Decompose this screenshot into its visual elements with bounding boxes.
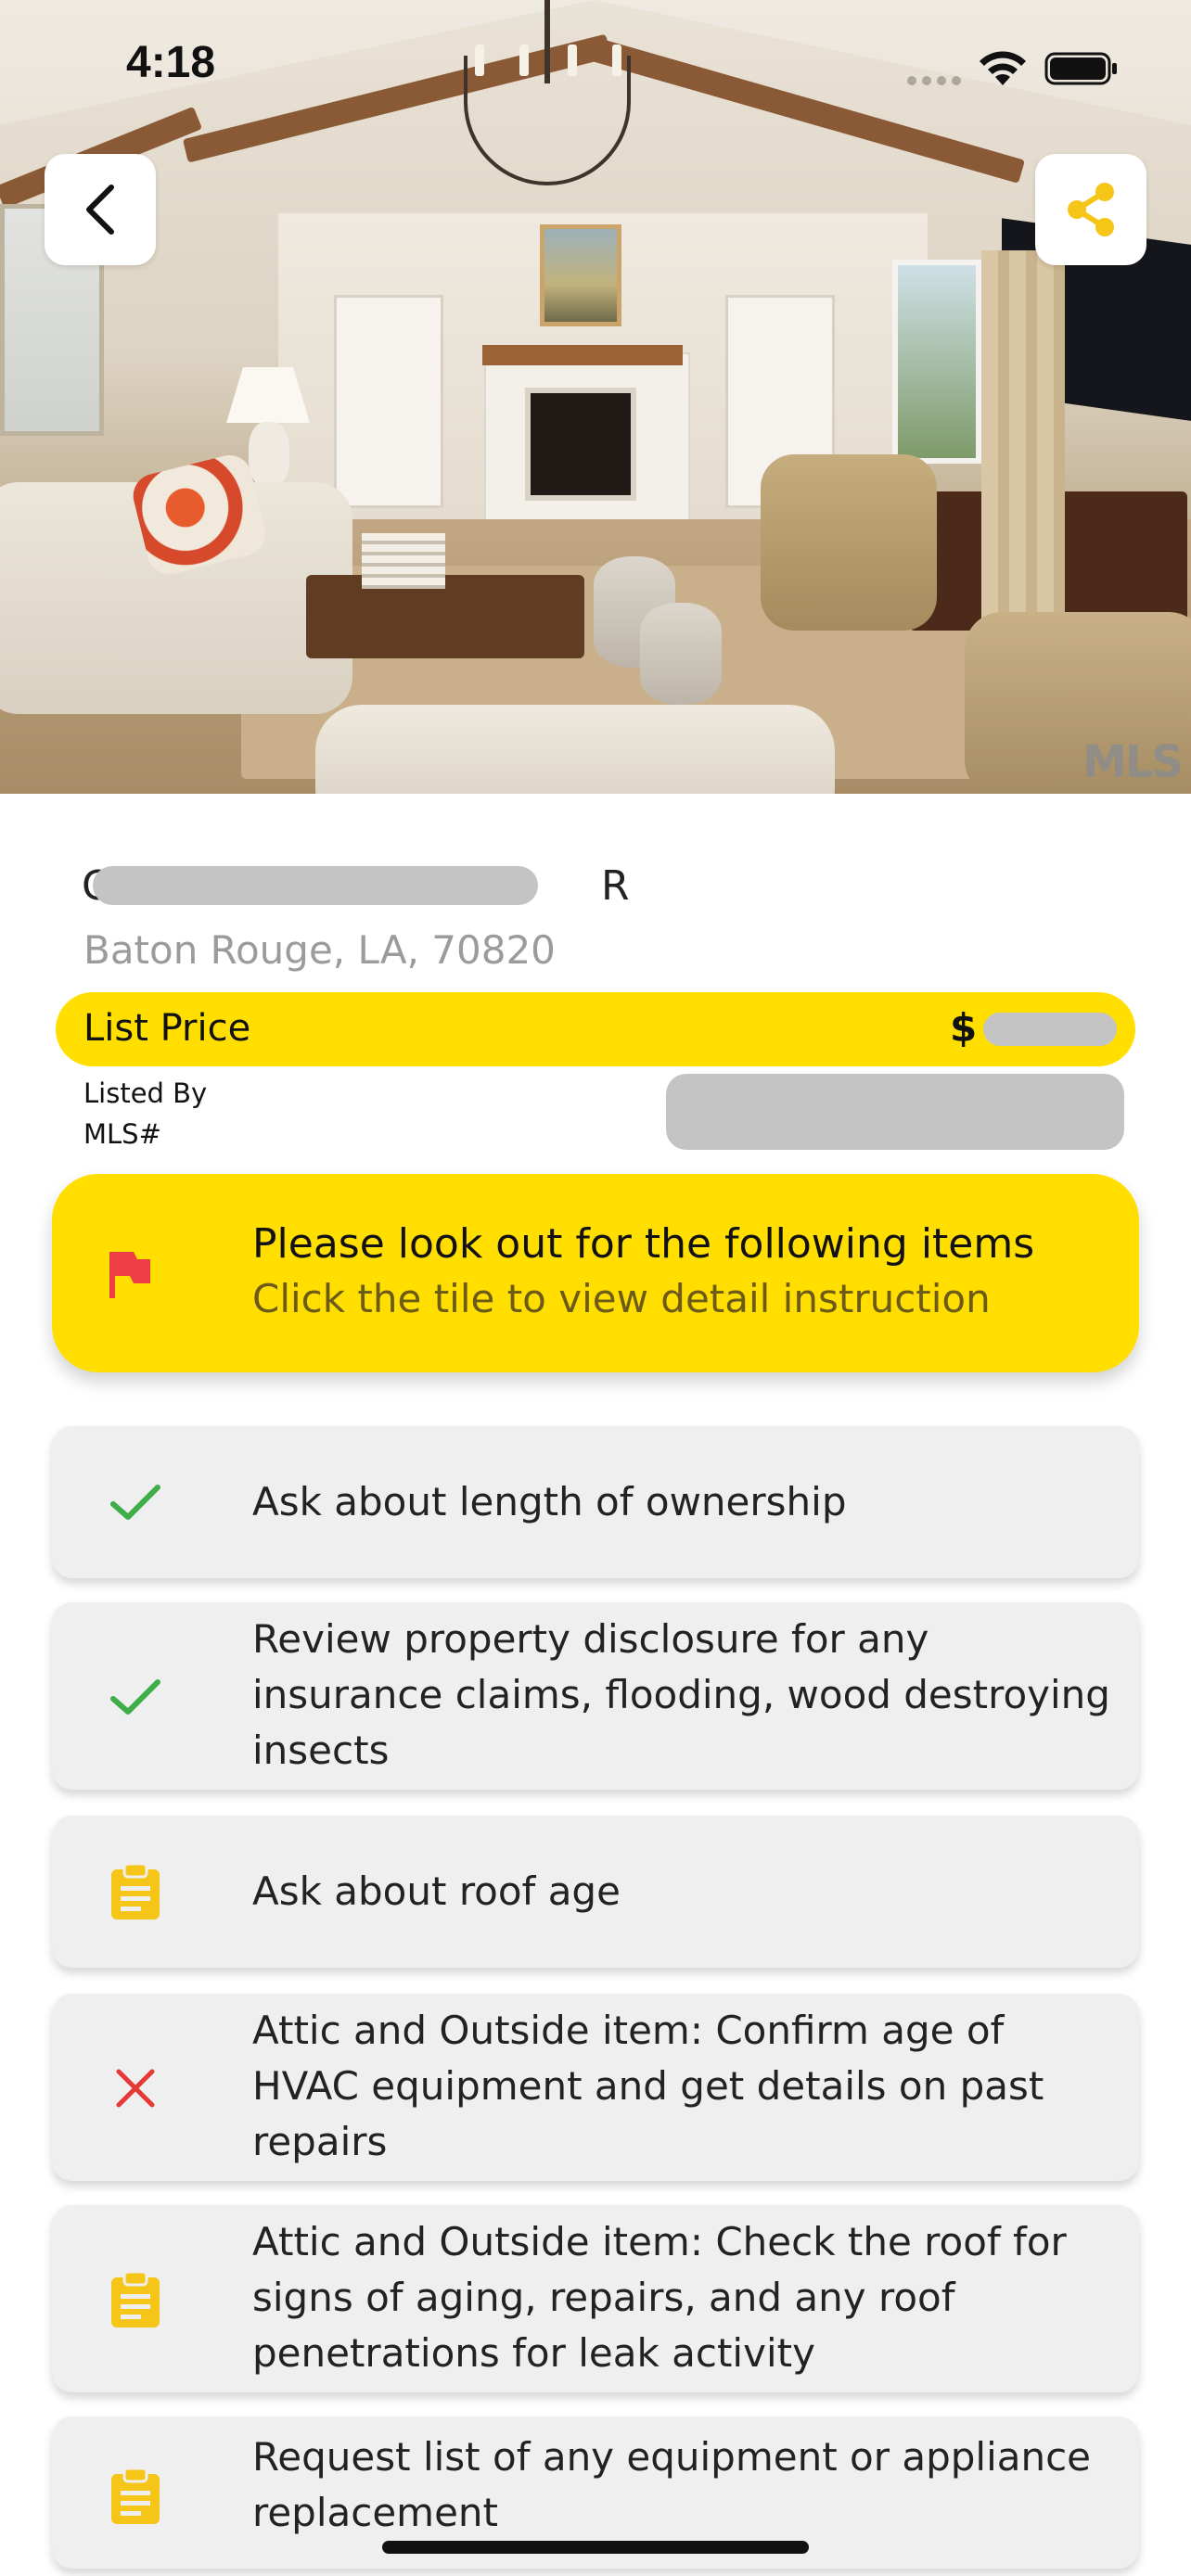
- address-city: Baton Rouge, LA, 70820: [83, 927, 556, 973]
- task-text: Request list of any equipment or applian…: [252, 2434, 1092, 2535]
- back-button[interactable]: [45, 154, 156, 265]
- property-detail-screen: MLS 4:18 C: [0, 0, 1191, 2576]
- status-time: 4:18: [126, 38, 216, 87]
- check-icon: [102, 1664, 169, 1730]
- list-price-label: List Price: [83, 1007, 251, 1050]
- cellular-signal-icon: [907, 76, 961, 85]
- share-icon: [1068, 183, 1114, 236]
- alert-title: Please look out for the following items: [252, 1220, 1035, 1268]
- alert-subtitle: Click the tile to view detail instructio…: [252, 1276, 991, 1321]
- check-icon: [102, 1469, 169, 1536]
- close-icon: [102, 2055, 169, 2122]
- listed-by-label: Listed By: [83, 1078, 208, 1109]
- list-price-value: $: [950, 1005, 978, 1051]
- chevron-left-icon: [86, 185, 114, 235]
- price-redacted: [983, 1013, 1117, 1046]
- clipboard-icon: [102, 1858, 169, 1925]
- task-text: Ask about length of ownership: [252, 1479, 847, 1524]
- clipboard-icon: [102, 2266, 169, 2333]
- address-redacted: [93, 866, 538, 905]
- mls-watermark: MLS: [1082, 736, 1184, 788]
- status-bar: 4:18: [0, 0, 1191, 130]
- agent-info-redacted: [666, 1074, 1124, 1150]
- task-tile[interactable]: Attic and Outside item: Check the roof f…: [52, 2205, 1139, 2392]
- address-line1: C R: [82, 862, 630, 911]
- task-text: Attic and Outside item: Confirm age of H…: [252, 2008, 1044, 2164]
- look-out-items-banner[interactable]: Please look out for the following items …: [52, 1174, 1139, 1372]
- task-tile[interactable]: Attic and Outside item: Confirm age of H…: [52, 1994, 1139, 2181]
- task-text: Ask about roof age: [252, 1868, 621, 1914]
- list-price-bar: List Price $: [56, 992, 1135, 1066]
- task-text: Attic and Outside item: Check the roof f…: [252, 2219, 1067, 2376]
- share-button[interactable]: [1035, 154, 1146, 265]
- home-indicator[interactable]: [382, 2541, 809, 2554]
- task-text: Review property disclosure for any insur…: [252, 1616, 1110, 1773]
- task-tile[interactable]: Ask about length of ownership: [52, 1426, 1139, 1578]
- flag-icon: [109, 1252, 150, 1298]
- clipboard-icon: [102, 2463, 169, 2530]
- battery-icon: [1044, 52, 1117, 85]
- task-tile[interactable]: Ask about roof age: [52, 1816, 1139, 1968]
- address-line1-end: R: [601, 862, 630, 910]
- task-tile[interactable]: Review property disclosure for any insur…: [52, 1602, 1139, 1790]
- mls-number-label: MLS#: [83, 1118, 161, 1150]
- wifi-icon: [980, 51, 1026, 85]
